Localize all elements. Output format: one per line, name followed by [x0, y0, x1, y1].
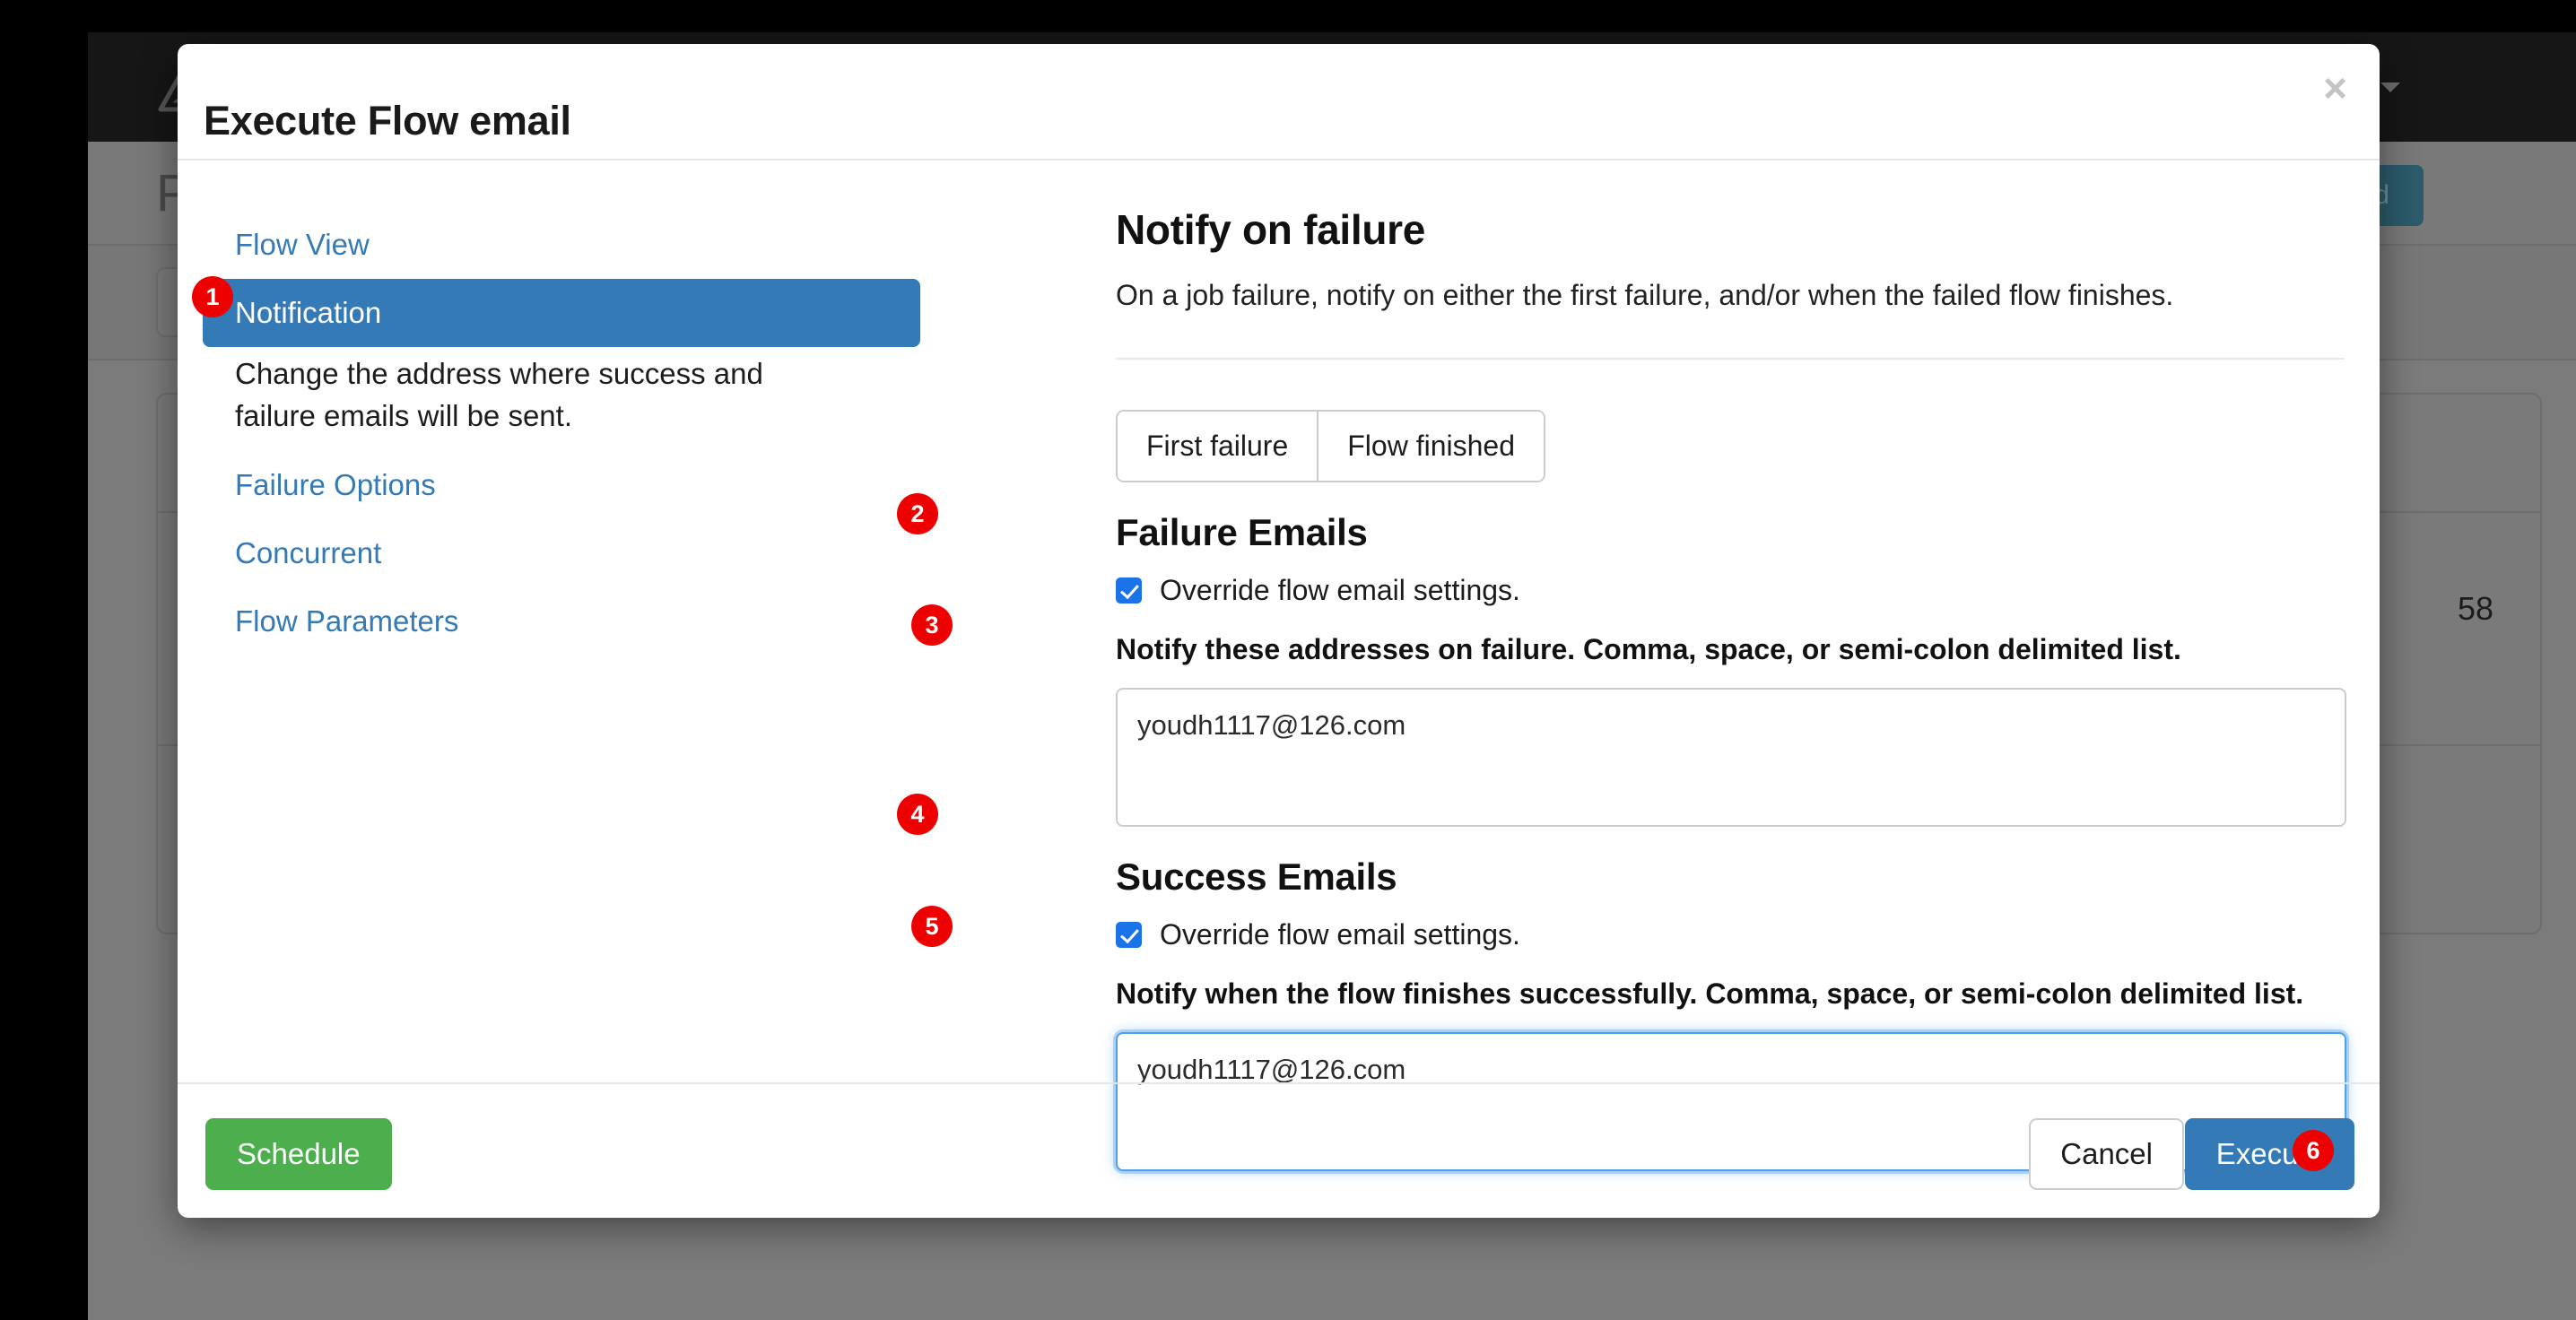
sidebar-item-flow-parameters[interactable]: Flow Parameters	[203, 587, 920, 656]
annotation-badge-3: 3	[911, 604, 953, 646]
annotation-badge-2: 2	[897, 493, 938, 534]
annotation-badge-6: 6	[2293, 1130, 2334, 1171]
schedule-button[interactable]: Schedule	[205, 1118, 392, 1190]
close-icon[interactable]: ×	[2323, 67, 2347, 109]
success-emails-field-label: Notify when the flow finishes successful…	[1116, 977, 2304, 1010]
annotation-badge-1: 1	[192, 276, 233, 317]
annotation-badge-5: 5	[911, 906, 953, 947]
chevron-down-icon	[2380, 82, 2400, 92]
modal-main-panel: Notify on failure On a job failure, noti…	[1116, 205, 2346, 1171]
flow-number: 58	[2457, 590, 2493, 627]
notify-on-failure-subheading: On a job failure, notify on either the f…	[1116, 279, 2174, 311]
failure-override-label: Override flow email settings.	[1160, 574, 1520, 606]
sidebar-description: Change the address where success and fai…	[235, 357, 763, 433]
failure-emails-field-label: Notify these addresses on failure. Comma…	[1116, 633, 2181, 665]
sidebar-item-failure-options[interactable]: Failure Options	[203, 451, 920, 519]
toggle-first-failure[interactable]: First failure	[1118, 412, 1318, 481]
sidebar-item-concurrent[interactable]: Concurrent	[203, 519, 920, 587]
failure-emails-textarea[interactable]	[1116, 688, 2346, 827]
modal-header: Execute Flow email ×	[178, 44, 2380, 161]
modal-title: Execute Flow email	[204, 98, 571, 143]
modal-sidebar-nav: Flow View Notification Change the addres…	[203, 211, 920, 656]
failure-override-checkbox[interactable]	[1116, 578, 1142, 604]
divider	[1116, 358, 2345, 360]
success-override-checkbox[interactable]	[1116, 922, 1142, 948]
failure-override-row[interactable]: Override flow email settings.	[1116, 574, 2345, 607]
sidebar-item-notification[interactable]: Notification	[203, 279, 920, 347]
success-override-label: Override flow email settings.	[1160, 918, 1520, 951]
execute-flow-modal: Execute Flow email × Flow View Notificat…	[178, 44, 2380, 1218]
toggle-flow-finished[interactable]: Flow finished	[1317, 412, 1544, 481]
annotation-badge-4: 4	[897, 794, 938, 835]
notify-on-failure-heading: Notify on failure	[1116, 206, 1426, 253]
success-override-row[interactable]: Override flow email settings.	[1116, 918, 2345, 951]
modal-footer: Schedule Cancel Execute	[178, 1082, 2380, 1218]
modal-body: Flow View Notification Change the addres…	[178, 161, 2380, 1171]
failure-notify-toggle-group: First failure Flow finished	[1116, 410, 1545, 482]
success-emails-heading: Success Emails	[1116, 855, 1397, 898]
failure-emails-heading: Failure Emails	[1116, 511, 1368, 553]
cancel-button[interactable]: Cancel	[2029, 1118, 2184, 1190]
sidebar-item-flow-view[interactable]: Flow View	[203, 211, 920, 279]
